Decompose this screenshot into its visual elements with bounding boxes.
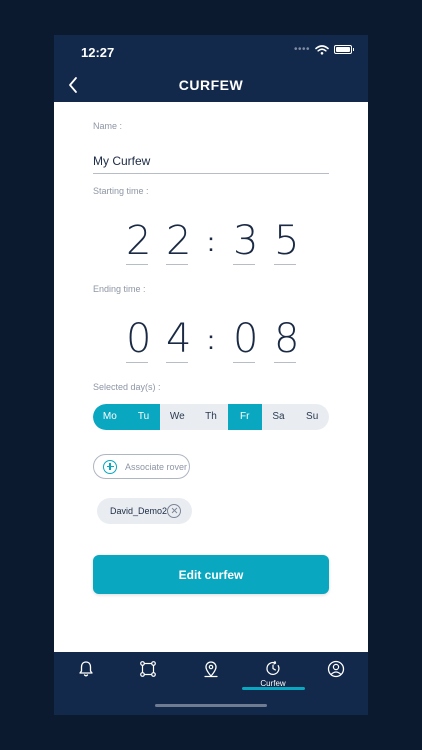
day-tu[interactable]: Tu [126,404,161,430]
end-time-label: Ending time : [93,284,146,294]
status-bar: 12:27 •••• [54,35,368,67]
tab-geofence[interactable] [128,660,168,688]
day-su[interactable]: Su [295,404,329,430]
start-time-label: Starting time : [93,186,149,196]
start-time-picker[interactable]: 2 2 : 3 5 [126,217,299,273]
curfew-form: Name : Starting time : 2 2 : 3 5 Ending … [54,102,368,652]
battery-icon [334,45,354,54]
wifi-icon [315,44,329,55]
start-minute-ones[interactable]: 5 [274,217,299,265]
edit-curfew-button[interactable]: Edit curfew [93,555,329,594]
day-mo[interactable]: Mo [93,404,127,430]
bell-icon [79,661,93,677]
end-time-picker[interactable]: 0 4 : 0 8 [126,315,299,371]
tab-profile[interactable] [316,660,356,688]
name-label: Name : [93,121,123,131]
profile-icon [327,660,345,678]
end-hour-tens[interactable]: 0 [126,315,151,363]
tab-map[interactable] [191,660,231,688]
start-minute-tens[interactable]: 3 [233,217,258,265]
status-icons: •••• [293,44,354,55]
end-minute-tens[interactable]: 0 [233,315,258,363]
day-we[interactable]: We [160,404,194,430]
map-pin-icon [204,661,218,678]
day-th[interactable]: Th [194,404,228,430]
start-hour-tens[interactable]: 2 [126,217,151,265]
days-label: Selected day(s) : [93,382,161,392]
associate-rover-label: Associate rover [125,461,188,472]
end-minute-ones[interactable]: 8 [274,315,299,363]
curfew-name-input[interactable] [93,148,329,174]
associate-rover-button[interactable]: Associate rover [93,454,190,479]
day-sa[interactable]: Sa [262,404,296,430]
start-colon: : [207,227,215,257]
day-selector: Mo Tu We Th Fr Sa Su [93,404,329,430]
bottom-tab-bar: Curfew [54,652,368,715]
geofence-icon [140,661,156,677]
tab-curfew[interactable]: Curfew [253,660,293,688]
signal-dots-icon: •••• [293,44,310,55]
curfew-clock-icon [266,660,280,676]
end-hour-ones[interactable]: 4 [166,315,191,363]
nav-header: CURFEW [54,67,368,103]
day-fr[interactable]: Fr [227,404,262,430]
home-indicator [155,704,267,707]
rover-chip: David_Demo2 [97,498,192,524]
start-hour-ones[interactable]: 2 [166,217,191,265]
page-title: CURFEW [178,77,244,93]
plus-circle-icon [103,459,117,474]
end-colon: : [207,325,215,355]
remove-circle-icon[interactable] [167,504,181,518]
phone-screen: 12:27 •••• CURFEW Name : Starting time :… [54,35,368,715]
active-tab-indicator [242,687,305,690]
rover-chip-label: David_Demo2 [110,506,168,516]
tab-alerts[interactable] [66,660,106,688]
status-time: 12:27 [81,45,115,60]
